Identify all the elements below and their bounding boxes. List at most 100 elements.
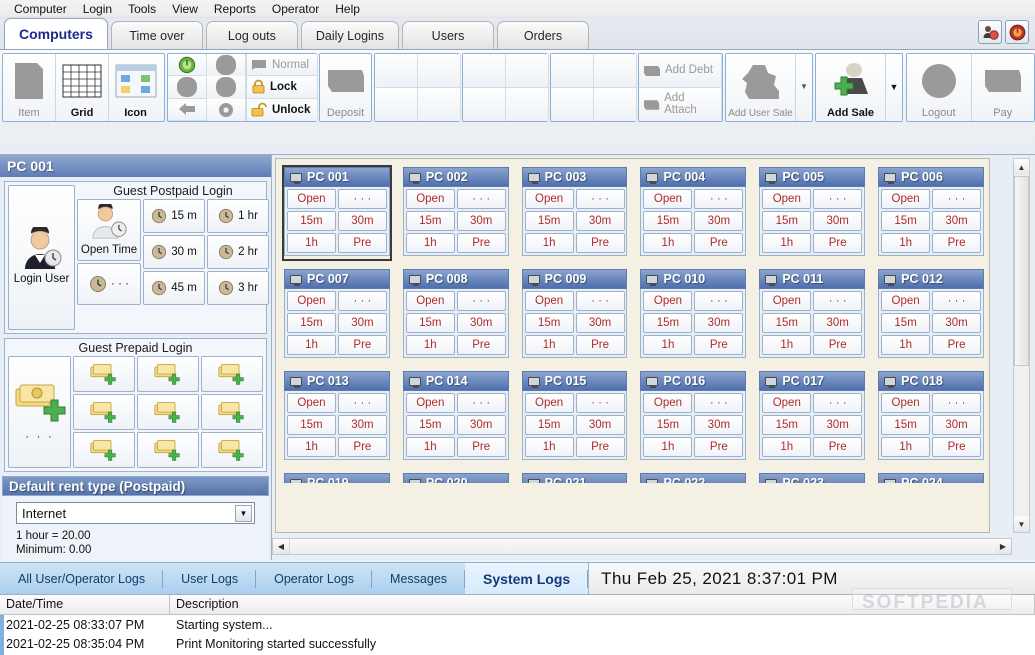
pc-tile-pc-007[interactable]: PC 007 Open · · · 15m 30m 1h Pre [282, 267, 392, 363]
postpaid-time-2hr[interactable]: 2 hr [207, 235, 269, 269]
pc-pre-button[interactable]: Pre [337, 233, 387, 253]
prepaid-amount-8[interactable] [137, 432, 199, 468]
pc-30m-button[interactable]: 30m [932, 415, 981, 435]
prepaid-amount-3[interactable] [201, 356, 263, 392]
menu-item-computer[interactable]: Computer [6, 1, 75, 17]
log-tab-messages[interactable]: Messages [372, 563, 466, 595]
ribbon-button-item[interactable]: Item [3, 54, 56, 121]
pc-open-button[interactable]: Open [405, 189, 455, 209]
ribbon-empty-button[interactable] [594, 87, 637, 121]
pc-30m-button[interactable]: 30m [932, 313, 981, 333]
tab-log-outs[interactable]: Log outs [205, 21, 298, 49]
pc-open-button[interactable]: Open [643, 189, 693, 209]
pc-15m-button[interactable]: 15m [643, 211, 693, 231]
pc-pre-button[interactable]: Pre [694, 335, 744, 355]
pc-tile-pc-023[interactable]: PC 023 [757, 471, 867, 483]
postpaid-time-30m[interactable]: 30 m [143, 235, 205, 269]
ribbon-button-icon[interactable]: Icon [109, 54, 162, 121]
pc-more-button[interactable]: · · · [456, 393, 506, 413]
pc-open-button[interactable]: Open [881, 393, 931, 413]
pc-more-button[interactable]: · · · [575, 189, 625, 209]
pc-15m-button[interactable]: 15m [762, 211, 812, 231]
pc-30m-button[interactable]: 30m [694, 211, 744, 231]
pc-1h-button[interactable]: 1h [524, 437, 574, 457]
ribbon-dropdown-add-sale[interactable]: ▼ [886, 54, 902, 121]
tab-orders[interactable]: Orders [497, 21, 589, 49]
pc-15m-button[interactable]: 15m [762, 313, 812, 333]
menu-item-help[interactable]: Help [327, 1, 368, 17]
pc-tile-pc-012[interactable]: PC 012 Open · · · 15m 30m 1h Pre [876, 267, 986, 363]
pc-open-button[interactable]: Open [762, 393, 812, 413]
pc-tile-pc-005[interactable]: PC 005 Open · · · 15m 30m 1h Pre [757, 165, 867, 261]
pc-more-button[interactable]: · · · [575, 393, 625, 413]
log-tab-user-logs[interactable]: User Logs [163, 563, 257, 595]
pc-tile-pc-022[interactable]: PC 022 [638, 471, 748, 483]
pc-30m-button[interactable]: 30m [813, 211, 863, 231]
ribbon-button-back[interactable] [168, 98, 207, 121]
pc-30m-button[interactable]: 30m [932, 211, 981, 231]
pc-more-button[interactable]: · · · [932, 291, 981, 311]
pc-more-button[interactable]: · · · [932, 393, 981, 413]
pc-more-button[interactable]: · · · [694, 393, 744, 413]
pc-tile-pc-001[interactable]: PC 001 Open · · · 15m 30m 1h Pre [282, 165, 392, 261]
ribbon-button-blob-3[interactable] [207, 76, 246, 99]
pc-15m-button[interactable]: 15m [881, 313, 931, 333]
pc-tile-pc-020[interactable]: PC 020 [401, 471, 511, 483]
pc-tile-pc-004[interactable]: PC 004 Open · · · 15m 30m 1h Pre [638, 165, 748, 261]
pc-tile-pc-016[interactable]: PC 016 Open · · · 15m 30m 1h Pre [638, 369, 748, 465]
pc-1h-button[interactable]: 1h [881, 335, 931, 355]
pc-30m-button[interactable]: 30m [575, 313, 625, 333]
menu-item-login[interactable]: Login [75, 1, 120, 17]
pc-tile-pc-006[interactable]: PC 006 Open · · · 15m 30m 1h Pre [876, 165, 986, 261]
ribbon-button-normal[interactable]: Normal [247, 54, 318, 77]
postpaid-time-15m[interactable]: 15 m [143, 199, 205, 233]
table-row[interactable]: 2021-02-25 08:33:07 PM Starting system..… [0, 615, 1035, 634]
scroll-down-button[interactable]: ▼ [1014, 516, 1029, 532]
pc-pre-button[interactable]: Pre [575, 437, 625, 457]
pc-open-button[interactable]: Open [881, 291, 931, 311]
pc-tile-pc-010[interactable]: PC 010 Open · · · 15m 30m 1h Pre [638, 267, 748, 363]
ribbon-empty-button[interactable] [594, 54, 637, 88]
pc-pre-button[interactable]: Pre [456, 335, 506, 355]
pc-tile-pc-013[interactable]: PC 013 Open · · · 15m 30m 1h Pre [282, 369, 392, 465]
pc-1h-button[interactable]: 1h [762, 335, 812, 355]
ribbon-button-add-sale[interactable]: Add Sale [816, 54, 886, 121]
rent-type-select[interactable]: Internet ▼ [16, 502, 255, 524]
ribbon-empty-button[interactable] [375, 54, 418, 88]
pc-1h-button[interactable]: 1h [405, 233, 455, 253]
pc-more-button[interactable]: · · · [456, 189, 506, 209]
pc-tile-pc-015[interactable]: PC 015 Open · · · 15m 30m 1h Pre [520, 369, 630, 465]
pc-15m-button[interactable]: 15m [405, 211, 455, 231]
menu-item-tools[interactable]: Tools [120, 1, 164, 17]
ribbon-empty-button[interactable] [375, 87, 418, 121]
ribbon-button-logout[interactable]: Logout [907, 54, 972, 121]
pc-tile-pc-014[interactable]: PC 014 Open · · · 15m 30m 1h Pre [401, 369, 511, 465]
pc-30m-button[interactable]: 30m [337, 313, 387, 333]
postpaid-time-1hr[interactable]: 1 hr [207, 199, 269, 233]
login-user-button[interactable]: Login User [8, 185, 75, 330]
pc-more-button[interactable]: · · · [337, 189, 387, 209]
log-tab-all-user-operator-logs[interactable]: All User/Operator Logs [0, 563, 164, 595]
pc-pre-button[interactable]: Pre [932, 233, 981, 253]
pc-open-button[interactable]: Open [287, 189, 336, 209]
menu-item-operator[interactable]: Operator [264, 1, 327, 17]
ribbon-button-grid[interactable]: Grid [56, 54, 109, 121]
pc-15m-button[interactable]: 15m [405, 313, 455, 333]
pc-more-button[interactable]: · · · [932, 189, 981, 209]
ribbon-button-blob-2[interactable] [168, 76, 207, 99]
ribbon-button-blob-1[interactable] [207, 54, 246, 77]
pc-open-button[interactable]: Open [524, 393, 574, 413]
pc-pre-button[interactable]: Pre [813, 335, 863, 355]
pc-1h-button[interactable]: 1h [762, 437, 812, 457]
pc-15m-button[interactable]: 15m [524, 211, 574, 231]
prepaid-amount-5[interactable] [137, 394, 199, 430]
pc-pre-button[interactable]: Pre [694, 233, 744, 253]
ribbon-dropdown-add-user-sale[interactable]: ▼ [796, 54, 812, 121]
pc-30m-button[interactable]: 30m [575, 211, 625, 231]
pc-pre-button[interactable]: Pre [932, 335, 981, 355]
tab-daily-logins[interactable]: Daily Logins [300, 21, 399, 49]
pc-15m-button[interactable]: 15m [524, 313, 574, 333]
pc-open-button[interactable]: Open [405, 291, 455, 311]
prepaid-custom-button[interactable]: · · · [8, 356, 71, 468]
pc-30m-button[interactable]: 30m [456, 211, 506, 231]
